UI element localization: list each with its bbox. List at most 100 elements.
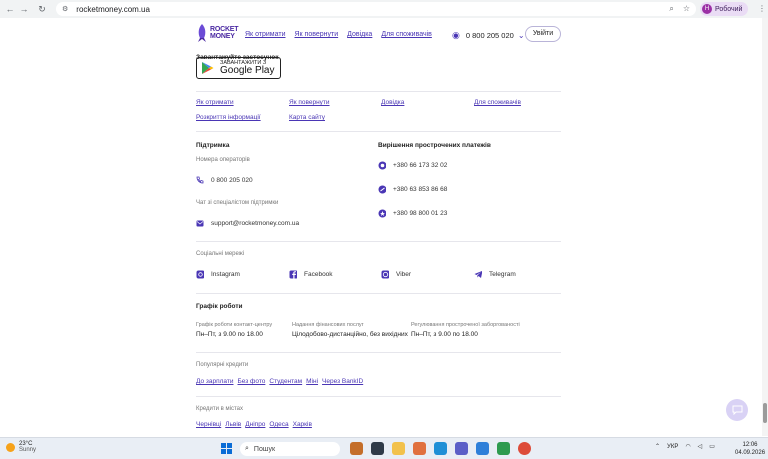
- header-phone[interactable]: ◉ 0 800 205 020 ⌄: [452, 30, 525, 41]
- social-telegram[interactable]: Telegram: [474, 270, 516, 278]
- back-icon[interactable]: ←: [4, 4, 16, 14]
- app-icon[interactable]: [497, 442, 510, 455]
- footer-link-how-to-get[interactable]: Як отримати: [196, 99, 234, 106]
- footer-link-consumers[interactable]: Для споживачів: [474, 99, 521, 106]
- profile-label: Робочий: [715, 5, 743, 13]
- overdue-phone-3[interactable]: +380 98 800 01 23: [378, 209, 447, 217]
- support-email-text: support@rocketmoney.com.ua: [211, 219, 300, 227]
- mail-icon: [196, 219, 204, 227]
- chevron-up-icon[interactable]: ⌃: [655, 443, 660, 450]
- app-icon[interactable]: [350, 442, 363, 455]
- site-info-icon[interactable]: ⚙: [62, 5, 68, 13]
- scrollbar[interactable]: [762, 18, 768, 436]
- city-link-lviv[interactable]: Львів: [225, 421, 241, 428]
- language-indicator[interactable]: УКР: [667, 444, 678, 450]
- social-title: Соціальні мережі: [196, 251, 245, 257]
- telegram-icon: [474, 270, 482, 278]
- search-icon: ⌕: [245, 445, 249, 452]
- social-facebook[interactable]: Facebook: [289, 270, 333, 278]
- store-icon[interactable]: [476, 442, 489, 455]
- profile-button[interactable]: Н Робочий: [700, 2, 749, 16]
- city-link-odesa[interactable]: Одеса: [269, 421, 288, 428]
- nav-help[interactable]: Довідка: [347, 31, 372, 38]
- phone-icon: [196, 176, 204, 184]
- taskbar-search-label: Пошук: [253, 445, 276, 453]
- popular-link-bankid[interactable]: Через BankID: [322, 378, 363, 385]
- support-email[interactable]: support@rocketmoney.com.ua: [196, 219, 299, 227]
- copilot-icon[interactable]: [413, 442, 426, 455]
- social-viber[interactable]: Viber: [381, 270, 411, 278]
- edge-icon[interactable]: [434, 442, 447, 455]
- clock[interactable]: 12:06 04.09.2026: [735, 441, 765, 457]
- cities-title: Кредити в містах: [196, 406, 243, 412]
- address-bar[interactable]: ⚙ rocketmoney.com.ua ⌕ ☆: [56, 2, 696, 16]
- vodafone-icon: [378, 161, 386, 169]
- divider: [196, 352, 561, 353]
- forward-icon[interactable]: →: [18, 4, 30, 14]
- logo[interactable]: ROCKET MONEY: [196, 24, 239, 42]
- clock-date: 04.09.2026: [735, 450, 766, 456]
- kyivstar-icon: [378, 209, 386, 217]
- file-explorer-icon[interactable]: [392, 442, 405, 455]
- divider: [196, 241, 561, 242]
- social-instagram-label: Instagram: [211, 270, 240, 278]
- login-button[interactable]: Увійти: [525, 26, 561, 42]
- divider: [196, 396, 561, 397]
- footer-link-sitemap[interactable]: Карта сайту: [289, 114, 325, 121]
- clock-time: 12:06: [742, 442, 758, 448]
- battery-icon[interactable]: ▭: [709, 443, 715, 450]
- overdue-phone-3-text: +380 98 800 01 23: [393, 209, 448, 217]
- teams-icon[interactable]: [455, 442, 468, 455]
- eye-icon[interactable]: ◉: [452, 30, 460, 41]
- chrome-icon[interactable]: [518, 442, 531, 455]
- popular-link-salary[interactable]: До зарплати: [196, 378, 234, 385]
- volume-icon[interactable]: ◁: [698, 443, 703, 450]
- windows-start-icon[interactable]: [221, 443, 232, 454]
- nav-how-to-get[interactable]: Як отримати: [245, 31, 285, 38]
- popular-link-no-photo[interactable]: Без фото: [238, 378, 266, 385]
- menu-icon[interactable]: ⋮: [758, 4, 766, 13]
- overdue-phone-2-text: +380 63 853 86 68: [393, 185, 448, 193]
- sun-icon: [6, 442, 15, 452]
- schedule-col3-label: Регулювання простроченої заборгованості: [411, 322, 520, 328]
- overdue-phone-2[interactable]: +380 63 853 86 68: [378, 185, 447, 193]
- taskbar-search[interactable]: ⌕ Пошук: [240, 442, 340, 456]
- nav-how-to-return[interactable]: Як повернути: [294, 31, 338, 38]
- footer-link-help[interactable]: Довідка: [381, 99, 404, 106]
- lifecell-icon: [378, 185, 386, 193]
- footer-link-how-to-return[interactable]: Як повернути: [289, 99, 330, 106]
- taskbar: 23°C Sunny ⌕ Пошук ⌃ УКР ◠ ◁ ▭ 12:06 04.…: [0, 437, 768, 459]
- wifi-icon[interactable]: ◠: [685, 443, 690, 450]
- support-phone-number: 0 800 205 020: [211, 176, 253, 184]
- weather-condition: Sunny: [19, 447, 37, 453]
- popular-link-students[interactable]: Студентам: [269, 378, 302, 385]
- schedule-col1-value: Пн–Пт, з 9.00 по 18.00: [196, 331, 263, 338]
- city-link-chernivtsi[interactable]: Чернівці: [196, 421, 221, 428]
- scrollbar-thumb[interactable]: [763, 403, 767, 423]
- facebook-icon: [289, 270, 297, 278]
- overdue-phone-1[interactable]: +380 66 173 32 02: [378, 161, 447, 169]
- cities-links: Чернівці Львів Дніпро Одеса Харків: [196, 421, 312, 428]
- popular-link-mini[interactable]: Міні: [306, 378, 318, 385]
- chat-widget-button[interactable]: [726, 399, 748, 421]
- footer-link-disclosure[interactable]: Розкриття інформації: [196, 114, 261, 121]
- logo-line1: ROCKET: [210, 26, 239, 33]
- zoom-icon[interactable]: ⌕: [669, 4, 673, 14]
- weather-widget[interactable]: 23°C Sunny: [6, 441, 36, 453]
- reload-icon[interactable]: ↻: [36, 4, 48, 15]
- support-title: Підтримка: [196, 142, 230, 149]
- divider: [196, 293, 561, 294]
- task-view-icon[interactable]: [371, 442, 384, 455]
- city-link-dnipro[interactable]: Дніпро: [245, 421, 265, 428]
- logo-line2: MONEY: [210, 33, 235, 40]
- google-play-button[interactable]: ЗАВАНТАЖИТИ З Google Play: [196, 57, 281, 79]
- browser-toolbar: ← → ↻ ⚙ rocketmoney.com.ua ⌕ ☆ Н Робочий…: [0, 0, 768, 18]
- support-phone[interactable]: 0 800 205 020: [196, 176, 253, 184]
- city-link-kharkiv[interactable]: Харків: [293, 421, 312, 428]
- schedule-title: Графік роботи: [196, 303, 243, 310]
- bookmark-star-icon[interactable]: ☆: [683, 4, 690, 14]
- nav-consumers[interactable]: Для споживачів: [381, 31, 432, 38]
- schedule-col1-label: Графік роботи контакт-центру: [196, 322, 273, 328]
- social-instagram[interactable]: Instagram: [196, 270, 240, 278]
- social-facebook-label: Facebook: [304, 270, 333, 278]
